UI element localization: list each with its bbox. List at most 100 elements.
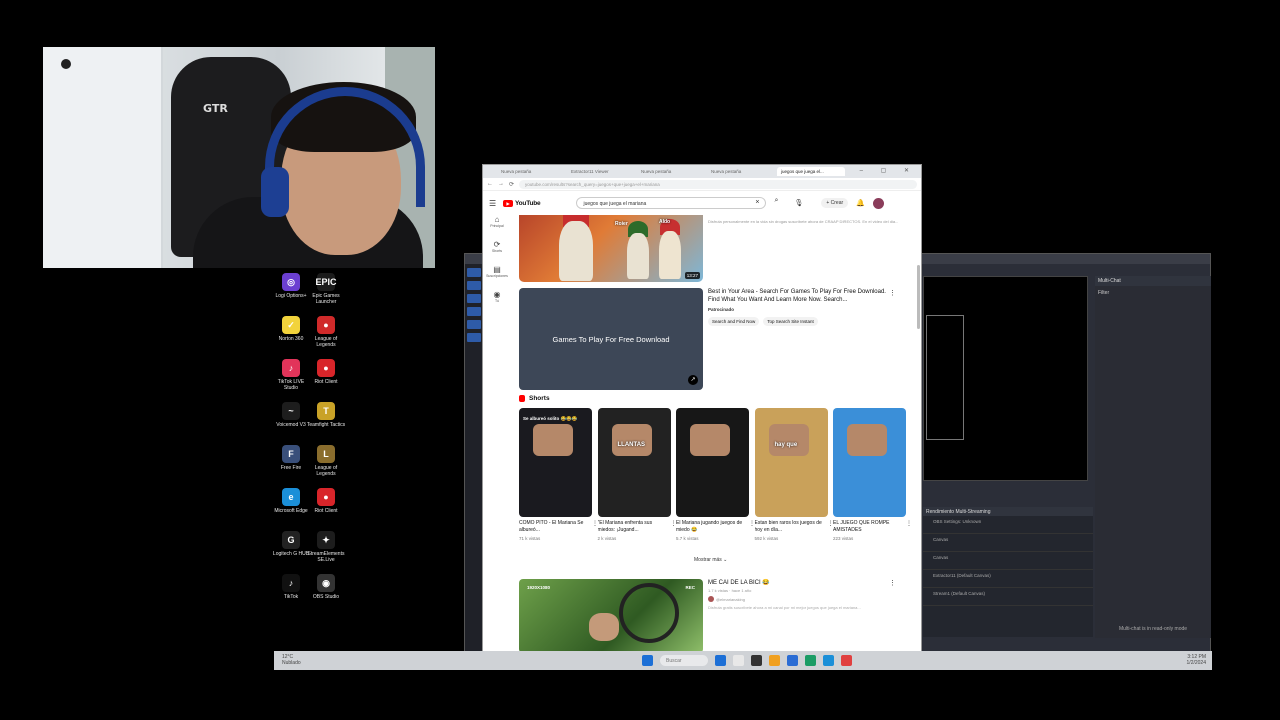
desktop-shortcut[interactable]: ✦ StreamElements SE.Live: [306, 531, 346, 563]
taskbar-app-icon[interactable]: [715, 655, 726, 666]
desktop-shortcut[interactable]: ● Riot Client: [306, 488, 346, 514]
taskbar-app-icon[interactable]: [823, 655, 834, 666]
desktop-shortcut[interactable]: ● League of Legends: [306, 316, 346, 348]
sidebar-item-subscriptions[interactable]: ▤ Suscripciones: [483, 265, 511, 278]
desktop-shortcut[interactable]: ✓ Norton 360: [271, 316, 311, 342]
youtube-logo[interactable]: ▶ YouTube: [503, 199, 541, 207]
short-thumbnail[interactable]: [676, 408, 749, 517]
avatar[interactable]: [872, 197, 884, 209]
ad-title[interactable]: Best in Your Area - Search For Games To …: [708, 288, 898, 304]
browser-tab[interactable]: Nueva pestaña: [497, 167, 565, 176]
desktop-shortcut[interactable]: EPIC Epic Games Launcher: [306, 273, 346, 305]
short-title[interactable]: Estan bien raros los juegos de hoy en dí…: [755, 520, 828, 534]
ad-thumbnail[interactable]: Games To Play For Free Download ↗: [519, 288, 703, 390]
clear-search-icon[interactable]: ×: [755, 199, 759, 206]
taskbar-app-icon[interactable]: [841, 655, 852, 666]
reload-icon[interactable]: ⟳: [509, 181, 514, 188]
short-views: 5.7 k vistas: [676, 536, 699, 541]
window-controls[interactable]: – ▢ ✕: [860, 167, 917, 174]
chat-filter[interactable]: Filter: [1095, 286, 1211, 300]
sidebar-item-home[interactable]: ⌂ Principal: [483, 215, 511, 228]
desktop-shortcut[interactable]: ◉ OBS Studio: [306, 574, 346, 600]
short-face: [533, 424, 573, 456]
more-options-icon[interactable]: ⋮: [889, 289, 896, 297]
dock-row[interactable]: Extractor11 (Default Canvas): [923, 570, 1093, 588]
channel-name[interactable]: @elmarianaking: [708, 596, 898, 602]
desktop-shortcut[interactable]: ~ Voicemod V3: [271, 402, 311, 428]
taskbar-app-icon[interactable]: [733, 655, 744, 666]
url-input[interactable]: youtube.com/results?search_query=juegos+…: [519, 179, 917, 189]
short-views: 223 vistas: [833, 536, 854, 541]
desktop-shortcut[interactable]: F Free Fire: [271, 445, 311, 471]
dock-row[interactable]: Stream1 (Default Canvas): [923, 588, 1093, 606]
microphone-icon[interactable]: 🎙: [794, 199, 803, 207]
desktop-shortcut[interactable]: ◎ Logi Options+: [271, 273, 311, 299]
more-options-icon[interactable]: ⋮: [889, 579, 896, 587]
app-icon: ●: [317, 359, 335, 377]
desktop-shortcut[interactable]: T Teamfight Tactics: [306, 402, 346, 428]
sidebar-item-you[interactable]: ◉ Tú: [483, 290, 511, 303]
ad-button[interactable]: Search and Find Now: [708, 317, 760, 326]
browser-tab[interactable]: Nueva pestaña: [637, 167, 705, 176]
search-icon[interactable]: ⌕: [774, 197, 788, 209]
shortcut-label: Riot Client: [314, 508, 338, 514]
sponsored-label: Patrocinado: [708, 307, 735, 312]
taskbar-app-icon[interactable]: [787, 655, 798, 666]
short-card[interactable]: LLANTAS "El Mariana enfrenta sus miedos: …: [597, 408, 677, 541]
more-options-icon[interactable]: ⋮: [906, 520, 912, 527]
sidebar-item-shorts[interactable]: ⟳ Shorts: [483, 240, 511, 253]
short-thumbnail[interactable]: LLANTAS: [597, 408, 671, 517]
menu-icon[interactable]: ☰: [489, 199, 503, 208]
screen: GTR ◎ Logi Options+ EPIC Epic Games Launche…: [0, 0, 1280, 720]
weather-widget[interactable]: 12°C Nublado: [282, 654, 301, 666]
obs-preview[interactable]: [923, 276, 1088, 481]
desktop-shortcut[interactable]: L League of Legends: [306, 445, 346, 477]
short-card[interactable]: El Mariana jugando juegos de miedo 😂 5.7 …: [676, 408, 755, 541]
desktop-shortcut[interactable]: e Microsoft Edge: [271, 488, 311, 514]
open-external-icon[interactable]: ↗: [688, 375, 698, 385]
show-more-button[interactable]: Mostrar más ⌄: [694, 557, 727, 563]
short-thumbnail[interactable]: hay que: [754, 408, 828, 517]
shortcut-label: TikTok LIVE Studio: [277, 379, 305, 391]
youtube-sidebar: ⌂ Principal ⟳ Shorts ▤ Suscripciones ◉ Tú: [483, 215, 511, 315]
forward-icon[interactable]: →: [498, 181, 504, 187]
taskbar-app-icon[interactable]: [751, 655, 762, 666]
short-title[interactable]: COMO PITO - El Mariana Se albureó...: [519, 520, 592, 534]
short-title[interactable]: "El Mariana enfrenta sus miedos: ¡Jugand…: [598, 520, 671, 534]
ad-button[interactable]: Top Search Site Instant: [763, 317, 818, 326]
browser-tab[interactable]: Extractor11 Viewer: [567, 167, 635, 176]
video-thumbnail[interactable]: Roier Aldo 13:27: [519, 215, 703, 282]
search-input[interactable]: juegos que juega el mariana ×: [576, 197, 767, 209]
short-title[interactable]: El Mariana jugando juegos de miedo 😂: [676, 520, 749, 534]
video-title[interactable]: ME CAI DE LA BICI 😂: [708, 579, 898, 586]
dock-row[interactable]: OBS Settings: Unknown: [923, 516, 1093, 534]
desktop-shortcut[interactable]: ♪ TikTok: [271, 574, 311, 600]
short-thumbnail[interactable]: [833, 408, 906, 517]
dock-row[interactable]: Canvas: [923, 534, 1093, 552]
ad-thumb-text: Games To Play For Free Download: [552, 334, 670, 344]
short-card[interactable]: Se albureó solito 😂😂😂 COMO PITO - El Mari…: [519, 408, 598, 541]
browser-tab-active[interactable]: juegos que juega el...: [777, 167, 845, 176]
create-button[interactable]: + Crear: [821, 198, 849, 208]
taskbar-app-icon[interactable]: [769, 655, 780, 666]
desktop-shortcut[interactable]: G Logitech G HUB: [271, 531, 311, 557]
back-icon[interactable]: ←: [487, 181, 493, 187]
taskbar-app-icon[interactable]: [805, 655, 816, 666]
start-icon[interactable]: [642, 655, 653, 666]
taskbar-search[interactable]: Buscar: [660, 655, 708, 666]
short-card[interactable]: hay que Estan bien raros los juegos de ho…: [754, 408, 834, 541]
video-thumbnail[interactable]: 1920X1080 REC: [519, 579, 703, 651]
browser-window[interactable]: Nueva pestaña Extractor11 Viewer Nueva p…: [482, 164, 922, 652]
youtube-play-icon: ▶: [503, 199, 513, 207]
desktop-shortcut[interactable]: ● Riot Client: [306, 359, 346, 385]
scrollbar[interactable]: [917, 265, 920, 329]
system-tray-clock[interactable]: 3:12 PM 1/2/2024: [1187, 654, 1206, 666]
short-card[interactable]: EL JUEGO QUE ROMPE AMISTADES 223 vistas ⋮: [833, 408, 912, 541]
notifications-icon[interactable]: 🔔: [856, 199, 865, 207]
desktop-shortcut[interactable]: ♪ TikTok LIVE Studio: [271, 359, 311, 391]
shortcut-label: Microsoft Edge: [274, 508, 308, 514]
short-title[interactable]: EL JUEGO QUE ROMPE AMISTADES: [833, 520, 906, 534]
dock-row[interactable]: Canvas: [923, 552, 1093, 570]
browser-tab[interactable]: Nueva pestaña: [707, 167, 775, 176]
short-thumbnail[interactable]: Se albureó solito 😂😂😂: [519, 408, 592, 517]
